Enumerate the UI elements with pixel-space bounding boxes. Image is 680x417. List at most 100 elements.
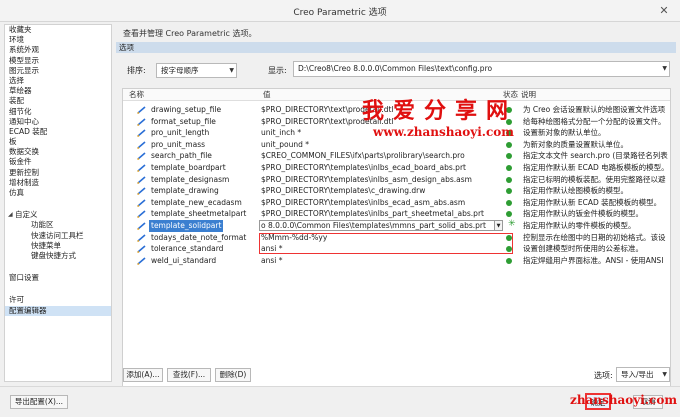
option-value: $PRO_DIRECTORY\templates\c_drawing.drw — [261, 186, 426, 196]
nav-item-label: 板 — [9, 137, 17, 147]
nav-item[interactable]: 环境 — [5, 35, 111, 45]
chevron-down-icon: ▼ — [662, 371, 667, 378]
nav-subitem-label: 快速访问工具栏 — [31, 230, 84, 240]
show-dropdown[interactable]: D:\Creo8\Creo 8.0.0.0\Common Files\text\… — [293, 61, 670, 77]
table-row[interactable]: template_new_ecadasm $PRO_DIRECTORY\templ… — [123, 197, 670, 209]
option-description: 为新对象的质量设置默认单位。 — [523, 139, 628, 149]
nav-subitem[interactable]: 快速访问工具栏 — [5, 231, 111, 241]
status-dot-icon — [506, 257, 512, 264]
status-dot-icon — [506, 188, 512, 195]
title-bar: Creo Parametric 选项 ✕ — [0, 0, 680, 22]
nav-item[interactable]: 数据交换 — [5, 147, 111, 157]
nav-item[interactable]: 细节化 — [5, 107, 111, 117]
table-row[interactable]: template_sheetmetalpart $PRO_DIRECTORY\te… — [123, 208, 670, 220]
show-label: 显示: — [268, 66, 287, 75]
nav-item-config-editor-label: 配置编辑器 — [9, 305, 47, 315]
nav-item[interactable]: 增材制造 — [5, 178, 111, 188]
option-description: 为 Creo 会话设置默认的绘图设置文件选项 — [523, 105, 666, 114]
value-dropdown-button[interactable]: ▼ — [495, 220, 503, 231]
pencil-option-icon — [137, 129, 146, 138]
nav-item[interactable]: 更新控制 — [5, 168, 111, 178]
column-name-header[interactable]: 名称 — [129, 89, 144, 101]
table-row[interactable]: template_boardpart $PRO_DIRECTORY\templat… — [123, 162, 670, 174]
close-icon[interactable]: ✕ — [656, 3, 672, 19]
pencil-option-icon — [137, 152, 146, 161]
nav-item[interactable]: 图元显示 — [5, 66, 111, 76]
pencil-option-icon — [137, 164, 146, 172]
status-dot-icon — [506, 165, 512, 171]
nav-item-label: 装配 — [9, 96, 24, 106]
option-name: todays_date_note_format — [151, 232, 247, 242]
option-value[interactable]: o 8.0.0.0\Common Files\templates\mmns_pa… — [259, 220, 495, 231]
show-dropdown-value: D:\Creo8\Creo 8.0.0.0\Common Files\text\… — [298, 64, 493, 73]
nav-item-customize-label: 自定义 — [15, 210, 38, 220]
option-name: template_designasm — [151, 174, 230, 184]
nav-item[interactable]: 板 — [5, 137, 111, 147]
option-name: template_sheetmetalpart — [151, 209, 247, 219]
nav-item[interactable]: 装配 — [5, 96, 111, 106]
nav-subitem[interactable]: 键盘快捷方式 — [5, 251, 111, 261]
option-description: 指定已标明的模板装配。使用完整路径以避 — [523, 174, 666, 184]
option-value: $PRO_DIRECTORY\templates\inlbs_asm_desig… — [261, 174, 472, 184]
pencil-option-icon — [137, 141, 146, 149]
table-row[interactable]: weld_ui_standard ansi * 指定焊缝用户界面标准。ANSI - … — [123, 255, 670, 267]
nav-item-label: ECAD 装配 — [9, 126, 48, 136]
nav-item[interactable]: 仿真 — [5, 188, 111, 198]
collapse-triangle-icon[interactable]: ◢ — [8, 210, 13, 220]
table-row[interactable]: pro_unit_mass unit_pound * 为新对象的质量设置默认单位。 — [123, 139, 670, 151]
chevron-down-icon: ▼ — [662, 65, 667, 72]
option-value: $PRO_DIRECTORY\templates\inlbs_ecad_boar… — [261, 163, 466, 172]
nav-item[interactable]: ECAD 装配 — [5, 127, 111, 137]
table-row[interactable]: template_solidpart o 8.0.0.0\Common Files… — [123, 219, 670, 232]
export-config-button[interactable]: 导出配置(X)... — [10, 395, 68, 409]
option-name: search_path_file — [151, 151, 212, 161]
table-row[interactable]: search_path_file $CREO_COMMON_FILES\ifx\p… — [123, 150, 670, 162]
pencil-option-icon — [137, 222, 146, 230]
pencil-option-icon — [137, 117, 146, 126]
nav-item[interactable]: 系统外观 — [5, 45, 111, 55]
column-desc-header[interactable]: 说明 — [521, 89, 536, 101]
option-value: $CREO_COMMON_FILES\ifx\parts\prolibrary\… — [261, 151, 465, 161]
nav-item-license-label: 许可 — [9, 295, 24, 305]
table-row[interactable]: template_designasm $PRO_DIRECTORY\templat… — [123, 174, 670, 186]
modified-star-icon: ✳ — [508, 219, 516, 229]
nav-item[interactable]: 草绘器 — [5, 86, 111, 96]
nav-item[interactable]: 钣金件 — [5, 157, 111, 167]
nav-item-label: 收藏夹 — [9, 25, 32, 34]
nav-item-label: 图元显示 — [9, 65, 39, 75]
nav-item[interactable]: 选择 — [5, 76, 111, 86]
nav-item-label: 通知中心 — [9, 116, 39, 126]
find-button[interactable]: 查找(F)... — [167, 368, 211, 382]
window-title: Creo Parametric 选项 — [293, 8, 387, 18]
option-name: pro_unit_mass — [151, 139, 206, 149]
nav-item-license[interactable]: 许可 — [5, 295, 111, 305]
status-dot-icon — [506, 199, 512, 206]
status-dot-icon — [506, 211, 512, 218]
nav-subitem[interactable]: 快捷菜单 — [5, 241, 111, 251]
nav-item-customize[interactable]: ◢ 自定义 — [5, 210, 111, 220]
sort-dropdown[interactable]: 按字母顺序 ▼ — [156, 63, 237, 78]
option-name: template_solidpart — [149, 220, 224, 232]
nav-item[interactable]: 模型显示 — [5, 56, 111, 66]
pencil-option-icon — [137, 233, 146, 242]
nav-item-label: 增材制造 — [9, 177, 39, 187]
table-row[interactable]: template_drawing $PRO_DIRECTORY\templates… — [123, 185, 670, 197]
nav-item-label: 数据交换 — [9, 147, 39, 157]
nav-item-window-settings[interactable]: 窗口设置 — [5, 273, 111, 283]
pencil-option-icon — [137, 175, 146, 184]
options-label: 选项: — [594, 371, 613, 380]
nav-item-label: 更新控制 — [9, 167, 39, 177]
import-export-dropdown[interactable]: 导入/导出 ▼ — [616, 367, 670, 382]
nav-item-config-editor[interactable]: 配置编辑器 — [5, 305, 111, 316]
nav-item-window-settings-label: 窗口设置 — [9, 273, 39, 283]
column-value-header[interactable]: 值 — [263, 89, 271, 101]
options-panel: 查看并管理 Creo Parametric 选项。 选项 排序: 按字母顺序 ▼… — [116, 24, 676, 390]
option-value: unit_pound * — [261, 139, 310, 149]
nav-item[interactable]: 收藏夹 — [5, 25, 111, 35]
delete-button[interactable]: 删除(D) — [215, 368, 251, 382]
option-description: 给每种绘图格式分配一个分配的设置文件。 — [523, 116, 666, 126]
nav-item[interactable]: 通知中心 — [5, 117, 111, 127]
add-button[interactable]: 添加(A)... — [123, 368, 163, 382]
nav-subitem[interactable]: 功能区 — [5, 220, 111, 230]
